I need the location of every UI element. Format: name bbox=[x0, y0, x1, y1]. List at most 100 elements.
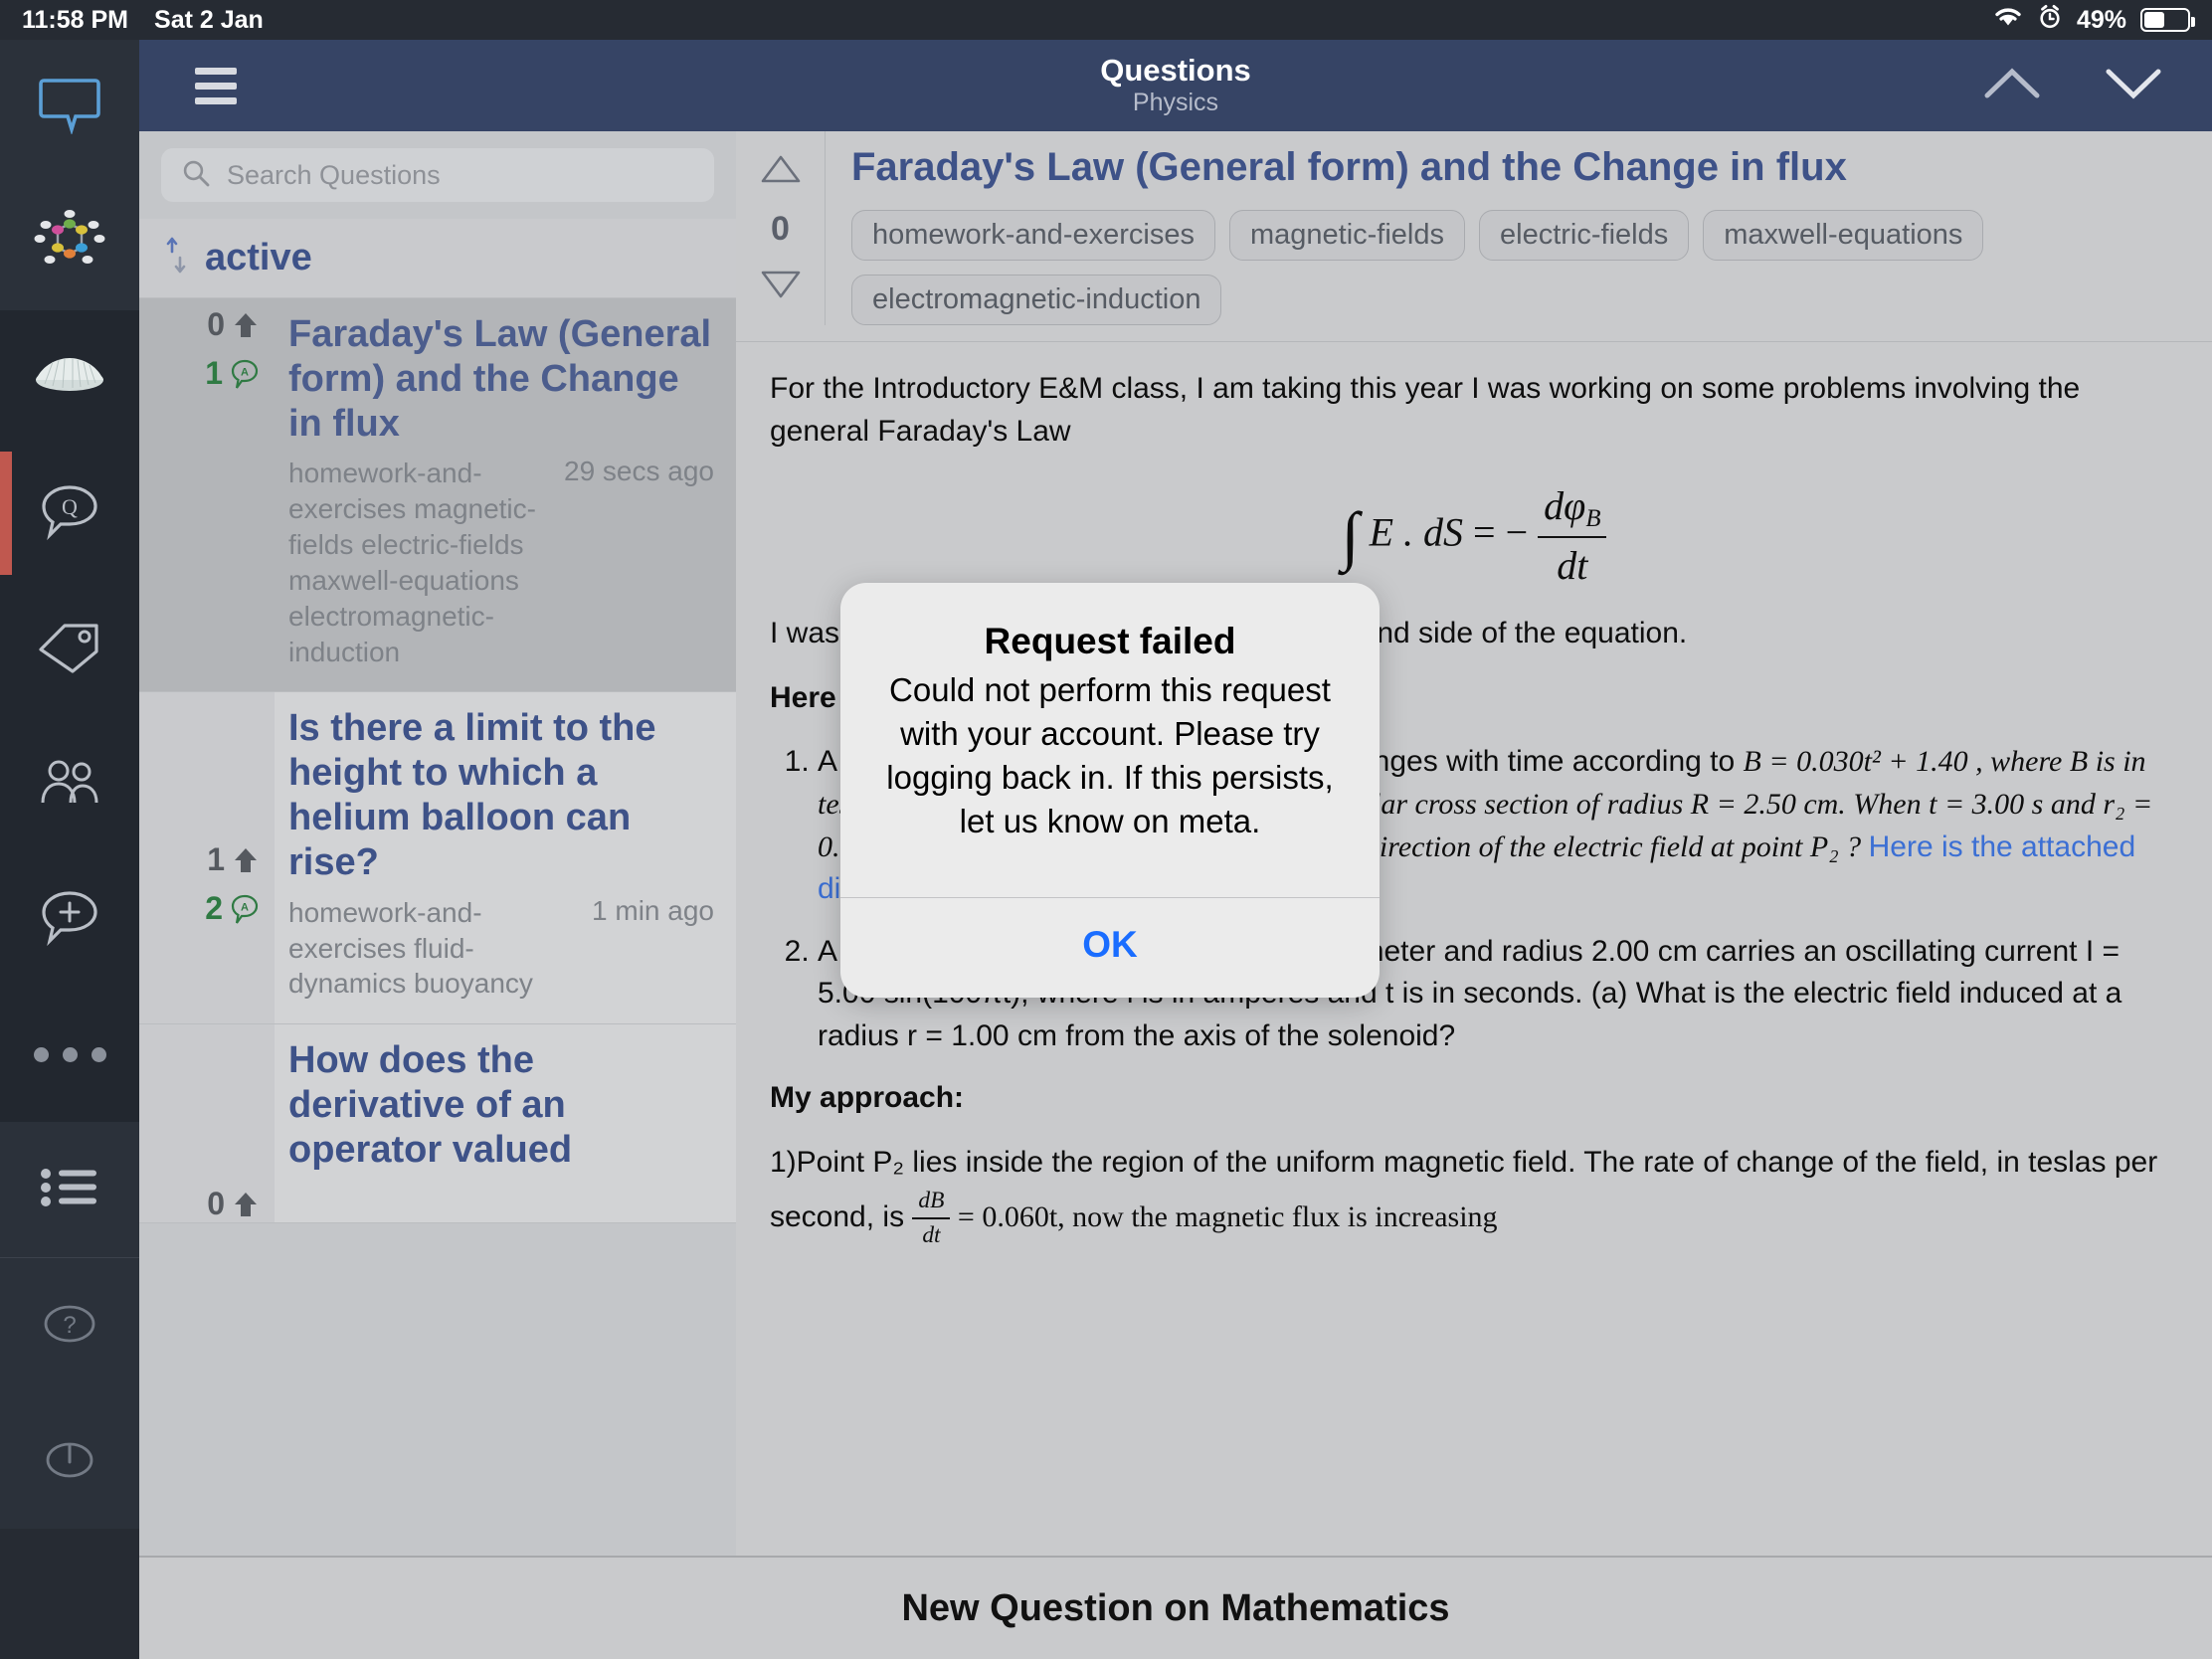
list-item-votes: 1 bbox=[207, 841, 259, 878]
sidebar-group-bottom: ? bbox=[0, 1122, 139, 1529]
cloud-icon bbox=[33, 354, 106, 403]
upvote-arrow-icon bbox=[235, 847, 257, 872]
hamburger-icon-bar bbox=[195, 96, 237, 104]
sidebar-item-help[interactable]: ? bbox=[0, 1258, 139, 1393]
help-icon: ? bbox=[39, 1299, 100, 1354]
approach-fraction-denominator: dt bbox=[922, 1221, 941, 1248]
alert-ok-button[interactable]: OK bbox=[840, 898, 1380, 998]
alarm-clock-icon bbox=[2037, 4, 2063, 37]
bottom-bar[interactable]: New Question on Mathematics bbox=[139, 1556, 2212, 1659]
answer-bubble-icon: A bbox=[231, 894, 259, 924]
list-item-body: How does the derivative of an operator v… bbox=[275, 1024, 736, 1222]
vote-column: 0 bbox=[736, 131, 826, 325]
sidebar-item-network[interactable] bbox=[0, 175, 139, 310]
status-bar: 11:58 PM Sat 2 Jan 49% bbox=[0, 0, 2212, 40]
alert-dialog: Request failed Could not perform this re… bbox=[840, 583, 1380, 998]
upvote-button[interactable] bbox=[759, 153, 803, 190]
sort-icon bbox=[163, 236, 191, 280]
list-item-title[interactable]: Faraday's Law (General form) and the Cha… bbox=[288, 312, 714, 446]
sidebar-item-power[interactable] bbox=[0, 1393, 139, 1529]
sort-label: active bbox=[205, 237, 312, 278]
svg-text:A: A bbox=[241, 901, 249, 913]
hamburger-icon-bar bbox=[195, 67, 237, 75]
sidebar-rail: Q ? bbox=[0, 40, 139, 1659]
sidebar-item-tags[interactable] bbox=[0, 581, 139, 716]
svg-text:A: A bbox=[241, 366, 249, 378]
list-item-votes: 0 bbox=[207, 306, 259, 343]
tags-icon bbox=[37, 620, 102, 678]
question-here-heading: Here bbox=[770, 680, 836, 714]
approach-fraction-numerator: dB bbox=[912, 1185, 951, 1219]
sidebar-group-top bbox=[0, 40, 139, 310]
list-item-answers: 2 A bbox=[205, 890, 259, 927]
sidebar-item-questions[interactable]: Q bbox=[0, 446, 139, 581]
sidebar-item-more[interactable] bbox=[0, 987, 139, 1122]
svg-text:Q: Q bbox=[62, 494, 78, 519]
users-icon bbox=[37, 758, 102, 811]
sidebar-item-users[interactable] bbox=[0, 716, 139, 851]
sidebar-item-list[interactable] bbox=[0, 1122, 139, 1257]
list-item-title[interactable]: Is there a limit to the height to which … bbox=[288, 706, 714, 884]
question-header-main: Faraday's Law (General form) and the Cha… bbox=[826, 131, 2212, 325]
network-nodes-icon bbox=[34, 209, 105, 276]
chat-bubble-icon bbox=[39, 77, 100, 139]
status-time: 11:58 PM bbox=[22, 5, 129, 34]
vote-count: 0 bbox=[771, 210, 790, 248]
sidebar-item-cloud[interactable] bbox=[0, 310, 139, 446]
menu-button[interactable] bbox=[161, 67, 271, 104]
list-item-time: 1 min ago bbox=[592, 894, 714, 926]
status-bar-right: 49% bbox=[1993, 4, 2212, 37]
approach-paragraph: 1)Point P₂ lies inside the region of the… bbox=[770, 1142, 2178, 1252]
status-bar-left: 11:58 PM Sat 2 Jan bbox=[0, 6, 264, 35]
list-icon bbox=[39, 1167, 100, 1213]
tag-list: homework-and-exercises magnetic-fields e… bbox=[851, 210, 2188, 325]
page-subtitle: Physics bbox=[1132, 89, 1219, 117]
chevron-up-icon[interactable] bbox=[1981, 64, 2043, 108]
question-title[interactable]: Faraday's Law (General form) and the Cha… bbox=[851, 145, 2188, 190]
list-item-tags: homework-and-exercises fluid-dynamics bu… bbox=[288, 896, 533, 1000]
sort-row[interactable]: active bbox=[139, 219, 736, 298]
tag-chip[interactable]: maxwell-equations bbox=[1703, 210, 1984, 261]
answer-bubble-icon: A bbox=[231, 359, 259, 389]
equation-fraction: dφB dt bbox=[1538, 478, 1607, 595]
sidebar-group-middle: Q bbox=[0, 310, 139, 1122]
battery-percent: 49% bbox=[2076, 5, 2126, 34]
integral-symbol: ∫ bbox=[1341, 499, 1360, 573]
sidebar-item-chat[interactable] bbox=[0, 40, 139, 175]
upvote-arrow-icon bbox=[235, 1192, 257, 1216]
list-item-time: 29 secs ago bbox=[564, 456, 714, 487]
list-item-footer: homework-and-exercises fluid-dynamics bu… bbox=[288, 895, 714, 1002]
ask-question-icon bbox=[39, 887, 100, 952]
equation-lhs: E . dS bbox=[1369, 509, 1464, 555]
page-title: Questions bbox=[1100, 52, 1251, 88]
approach-heading: My approach: bbox=[770, 1081, 965, 1115]
hamburger-icon-bar bbox=[195, 82, 237, 90]
list-item-tags: homework-and-exercises magnetic-fields e… bbox=[288, 458, 536, 667]
list-item-votes: 0 bbox=[207, 1186, 259, 1222]
list-item[interactable]: 1 2 A Is there a limit to the height to … bbox=[139, 692, 736, 1025]
equation-relation: = − bbox=[1473, 509, 1529, 555]
tag-chip[interactable]: magnetic-fields bbox=[1228, 210, 1465, 261]
upvote-arrow-icon bbox=[235, 312, 257, 337]
more-icon bbox=[33, 1046, 106, 1062]
equation-numerator: dφB bbox=[1538, 478, 1607, 539]
list-item[interactable]: 0 1 A Faraday's Law (General form) and t… bbox=[139, 298, 736, 693]
navbar-title-block: Questions Physics bbox=[139, 53, 2212, 119]
tag-chip[interactable]: electromagnetic-induction bbox=[851, 275, 1222, 325]
question-header: 0 Faraday's Law (General form) and the C… bbox=[736, 131, 2212, 342]
tag-chip[interactable]: electric-fields bbox=[1479, 210, 1690, 261]
list-item[interactable]: 0 How does the derivative of an operator… bbox=[139, 1024, 736, 1224]
downvote-button[interactable] bbox=[759, 269, 803, 305]
list-item-title[interactable]: How does the derivative of an operator v… bbox=[288, 1038, 714, 1172]
chevron-down-icon[interactable] bbox=[2103, 64, 2164, 108]
list-item-answers: 1 A bbox=[205, 355, 259, 392]
battery-icon bbox=[2140, 8, 2195, 32]
equation-denominator: dt bbox=[1557, 543, 1588, 589]
tag-chip[interactable]: homework-and-exercises bbox=[851, 210, 1215, 261]
list-item-body: Faraday's Law (General form) and the Cha… bbox=[275, 298, 736, 691]
search-input[interactable]: Search Questions bbox=[161, 148, 714, 202]
sidebar-item-ask-question[interactable] bbox=[0, 851, 139, 987]
list-item-meta: 0 1 A bbox=[139, 298, 275, 692]
list-item-meta: 1 2 A bbox=[139, 692, 275, 1024]
question-intro-paragraph: For the Introductory E&M class, I am tak… bbox=[770, 372, 2081, 448]
